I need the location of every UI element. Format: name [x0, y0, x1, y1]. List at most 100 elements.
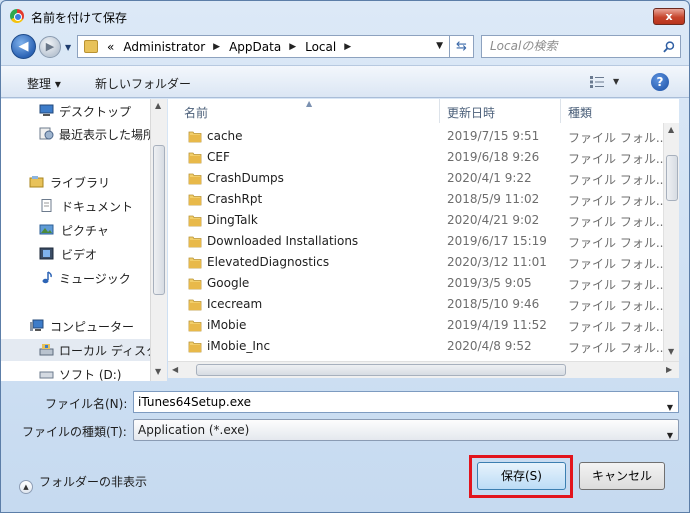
chevron-down-icon[interactable]: ▼: [667, 398, 673, 418]
file-list-horizontal-scrollbar[interactable]: ◀ ▶: [168, 361, 679, 378]
documents-icon: [41, 199, 52, 212]
file-name: cache: [207, 129, 243, 143]
scroll-right-icon[interactable]: ▶: [666, 365, 672, 374]
table-row[interactable]: CEF 2019/6/18 9:26 ファイル フォル...: [168, 147, 679, 168]
forward-button[interactable]: ▶: [39, 36, 61, 58]
scroll-up-icon[interactable]: ▲: [668, 125, 674, 134]
file-type: ファイル フォル...: [568, 215, 668, 229]
column-header-type[interactable]: 種類: [561, 99, 679, 123]
scroll-up-icon[interactable]: ▲: [155, 101, 161, 110]
scroll-down-icon[interactable]: ▼: [668, 347, 674, 356]
view-options-icon[interactable]: [589, 75, 605, 89]
chevron-right-icon[interactable]: ▶: [344, 42, 351, 52]
recent-locations-dropdown[interactable]: ▼: [65, 43, 71, 52]
folder-icon: [188, 194, 202, 206]
chevron-down-icon[interactable]: ▼: [667, 426, 673, 446]
scroll-left-icon[interactable]: ◀: [172, 365, 178, 374]
breadcrumb-overflow[interactable]: «: [107, 40, 114, 54]
nav-item-videos[interactable]: ビデオ: [1, 243, 150, 265]
new-folder-button[interactable]: 新しいフォルダー: [95, 75, 191, 92]
file-type: ファイル フォル...: [568, 299, 668, 313]
filename-input[interactable]: iTunes64Setup.exe ▼: [133, 391, 679, 413]
save-button[interactable]: 保存(S): [477, 462, 566, 490]
hide-folders-toggle[interactable]: ▲ フォルダーの非表示: [19, 473, 147, 494]
chevron-right-icon[interactable]: ▶: [289, 42, 296, 52]
file-name: Downloaded Installations: [207, 234, 359, 248]
table-row[interactable]: Downloaded Installations 2019/6/17 15:19 フ…: [168, 231, 679, 252]
music-icon: [42, 271, 52, 284]
desktop-icon: [39, 104, 54, 116]
folder-icon: [188, 173, 202, 185]
folder-icon: [188, 257, 202, 269]
file-type: ファイル フォル...: [568, 152, 668, 166]
file-date: 2019/6/18 9:26: [447, 150, 540, 164]
search-input[interactable]: Localの検索: [481, 35, 681, 58]
filetype-select[interactable]: Application (*.exe) ▼: [133, 419, 679, 441]
table-row[interactable]: cache 2019/7/15 9:51 ファイル フォル...: [168, 126, 679, 147]
table-row[interactable]: Icecream 2018/5/10 9:46 ファイル フォル...: [168, 294, 679, 315]
file-name: iMobie_Inc: [207, 339, 271, 353]
nav-item-desktop[interactable]: デスクトップ: [1, 100, 150, 122]
view-dropdown-icon[interactable]: ▼: [613, 77, 619, 86]
nav-item-pictures[interactable]: ピクチャ: [1, 219, 150, 241]
back-button[interactable]: ◀: [11, 34, 36, 59]
nav-item-documents[interactable]: ドキュメント: [1, 195, 150, 217]
scroll-down-icon[interactable]: ▼: [155, 367, 161, 376]
file-date: 2020/3/12 11:01: [447, 255, 547, 269]
scrollbar-thumb[interactable]: [153, 145, 165, 295]
file-type: ファイル フォル...: [568, 257, 668, 271]
folder-icon: [188, 131, 202, 143]
nav-item-computer[interactable]: コンピューター: [1, 315, 150, 337]
file-name: iMobie: [207, 318, 247, 332]
file-date: 2019/6/17 15:19: [447, 234, 547, 248]
pictures-icon: [39, 224, 54, 235]
nav-pane-scrollbar[interactable]: ▲ ▼: [150, 99, 167, 381]
file-type: ファイル フォル...: [568, 131, 668, 145]
address-bar[interactable]: « Administrator ▶ AppData ▶ Local ▶ ▼: [77, 35, 450, 58]
file-name: CrashDumps: [207, 171, 284, 185]
search-icon[interactable]: [663, 41, 675, 53]
file-date: 2019/4/19 11:52: [447, 318, 547, 332]
file-type: ファイル フォル...: [568, 278, 668, 292]
column-header-name[interactable]: 名前: [168, 99, 440, 123]
nav-item-music[interactable]: ミュージック: [1, 267, 150, 289]
scrollbar-thumb[interactable]: [666, 155, 678, 201]
chevron-down-icon[interactable]: ▼: [436, 41, 443, 51]
nav-item-drive-d[interactable]: ソフト (D:): [1, 363, 150, 381]
videos-icon: [39, 247, 54, 260]
file-name: CrashRpt: [207, 192, 263, 206]
folder-icon: [188, 278, 202, 290]
nav-item-recent-places[interactable]: 最近表示した場所: [1, 123, 150, 145]
table-row[interactable]: iMobie 2019/4/19 11:52 ファイル フォル...: [168, 315, 679, 336]
table-row[interactable]: Google 2019/3/5 9:05 ファイル フォル...: [168, 273, 679, 294]
scrollbar-thumb[interactable]: [196, 364, 566, 376]
close-button[interactable]: x: [653, 8, 685, 25]
filename-value: iTunes64Setup.exe: [138, 395, 251, 409]
table-row[interactable]: iMobie_Inc 2020/4/8 9:52 ファイル フォル...: [168, 336, 679, 357]
nav-item-local-disk[interactable]: ローカル ディスク: [1, 339, 150, 361]
breadcrumb-administrator[interactable]: Administrator: [123, 40, 205, 54]
table-row[interactable]: DingTalk 2020/4/21 9:02 ファイル フォル...: [168, 210, 679, 231]
folder-icon: [84, 40, 98, 53]
table-row[interactable]: CrashDumps 2020/4/1 9:22 ファイル フォル...: [168, 168, 679, 189]
refresh-button[interactable]: ⇆: [450, 35, 474, 58]
folder-icon: [188, 215, 202, 227]
file-list-vertical-scrollbar[interactable]: ▲ ▼: [663, 123, 679, 361]
column-header-date[interactable]: 更新日時: [440, 99, 561, 123]
file-date: 2018/5/9 11:02: [447, 192, 540, 206]
drive-icon: [39, 371, 54, 379]
help-icon[interactable]: ?: [651, 73, 669, 91]
breadcrumb-local[interactable]: Local: [305, 40, 336, 54]
organize-menu[interactable]: 整理 ▾: [27, 75, 61, 92]
chrome-icon: [10, 9, 24, 23]
table-row[interactable]: ElevatedDiagnostics 2020/3/12 11:01 ファイル フ…: [168, 252, 679, 273]
file-type: ファイル フォル...: [568, 173, 668, 187]
table-row[interactable]: CrashRpt 2018/5/9 11:02 ファイル フォル...: [168, 189, 679, 210]
breadcrumb-appdata[interactable]: AppData: [229, 40, 281, 54]
chevron-right-icon[interactable]: ▶: [213, 42, 220, 52]
file-type: ファイル フォル...: [568, 341, 668, 355]
library-icon: [29, 176, 44, 188]
file-type: ファイル フォル...: [568, 194, 668, 208]
cancel-button[interactable]: キャンセル: [579, 462, 665, 490]
nav-item-libraries[interactable]: ライブラリ: [1, 171, 150, 193]
